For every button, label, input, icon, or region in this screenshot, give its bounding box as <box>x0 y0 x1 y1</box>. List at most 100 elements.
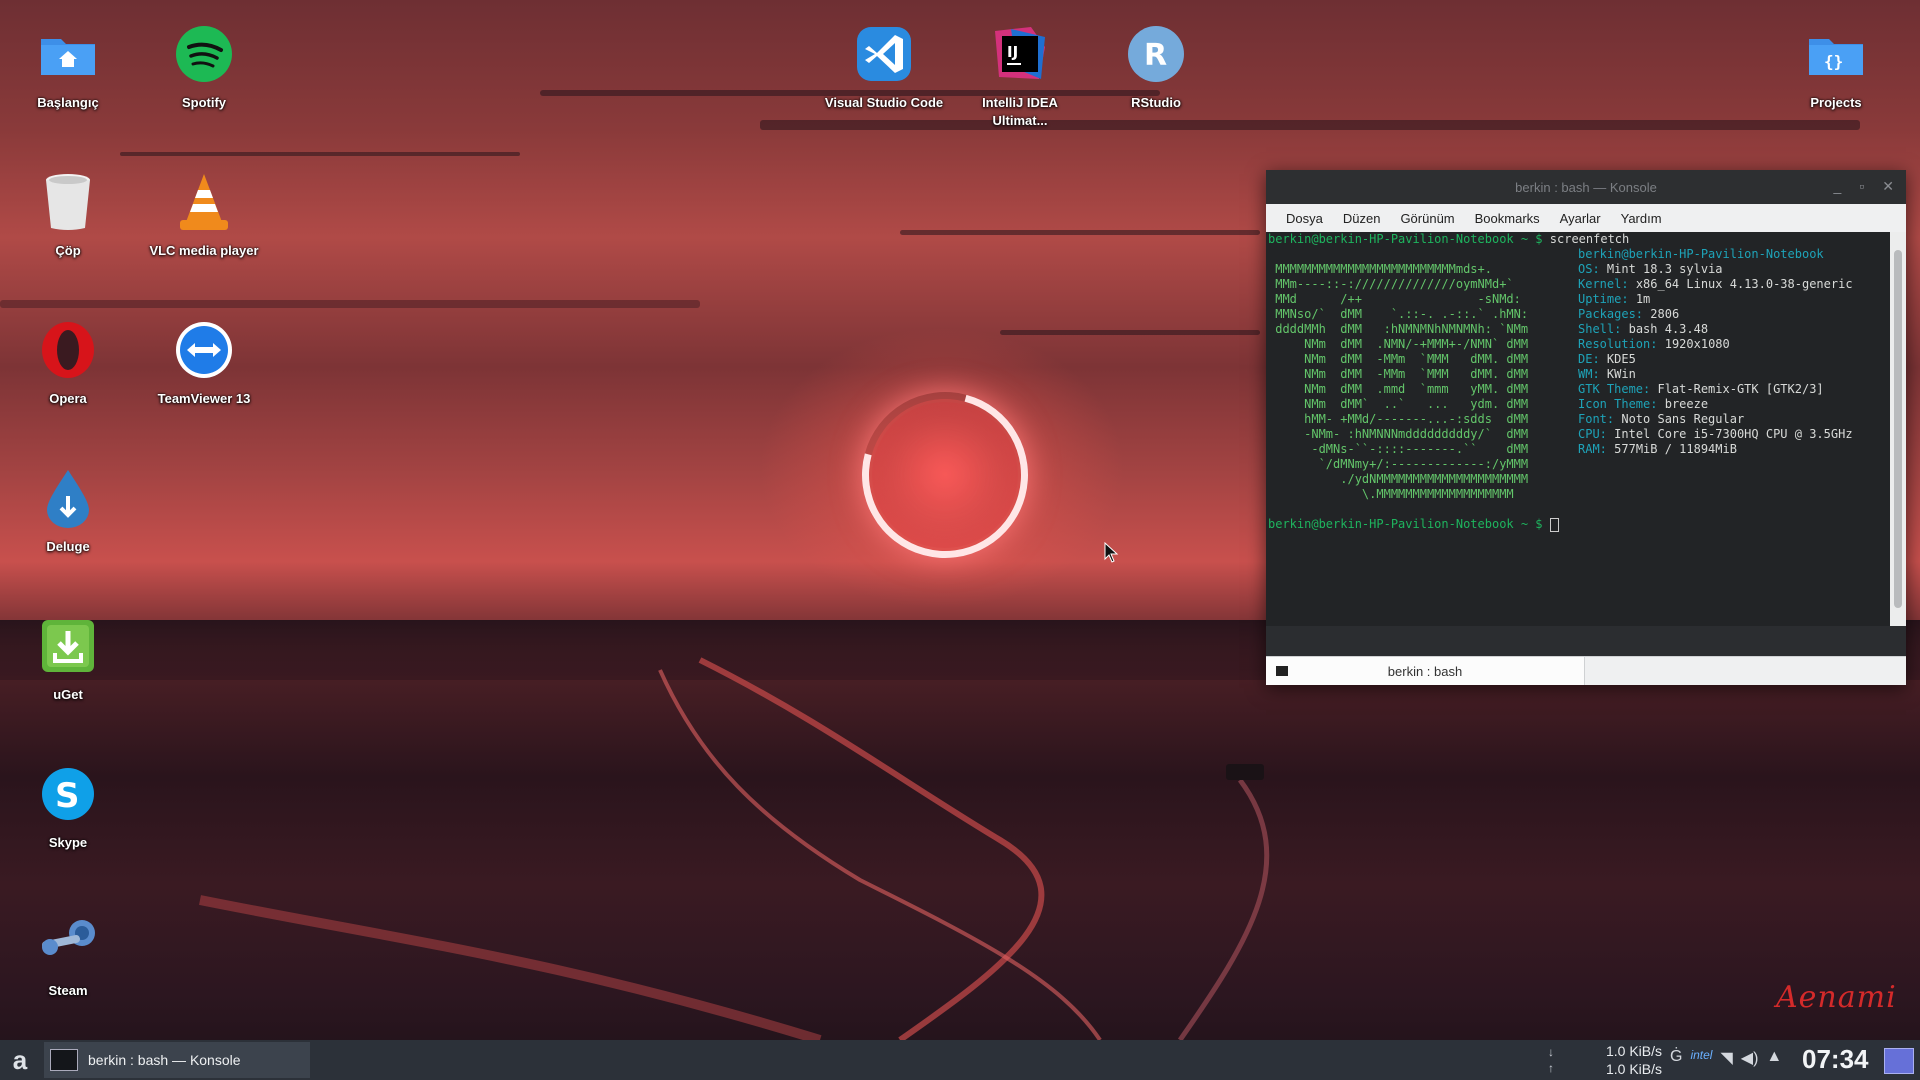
info-line: Font: Noto Sans Regular <box>1578 412 1853 427</box>
info-line: Shell: bash 4.3.48 <box>1578 322 1853 337</box>
desktop-icon-vscode[interactable]: Visual Studio Code <box>824 24 944 112</box>
menu-ayarlar[interactable]: Ayarlar <box>1550 211 1611 226</box>
desktop-icon-skype[interactable]: S Skype <box>8 764 128 852</box>
info-line: CPU: Intel Core i5-7300HQ CPU @ 3.5GHz <box>1578 427 1853 442</box>
window-title: berkin : bash — Konsole <box>1515 179 1657 195</box>
svg-text:R: R <box>1144 38 1167 73</box>
scrollbar-thumb[interactable] <box>1894 250 1902 608</box>
terminal-output[interactable]: berkin@berkin-HP-Pavilion-Notebook ~ $ s… <box>1266 232 1890 626</box>
network-speed: 1.0 KiB/s 1.0 KiB/s <box>1546 1042 1662 1078</box>
menu-bookmarks[interactable]: Bookmarks <box>1465 211 1550 226</box>
info-key: CPU: <box>1578 427 1607 441</box>
desktop-icon-trash[interactable]: Çöp <box>8 172 128 260</box>
desktop-icon-deluge[interactable]: Deluge <box>8 468 128 556</box>
info-value: 577MiB / 11894MiB <box>1614 442 1737 456</box>
system-info: berkin@berkin-HP-Pavilion-Notebook OS: M… <box>1578 247 1853 457</box>
skype-icon: S <box>38 764 98 824</box>
app-launcher-icon[interactable]: a <box>6 1046 34 1074</box>
window-titlebar[interactable]: berkin : bash — Konsole _ ▫ ✕ <box>1266 170 1906 204</box>
info-key: GTK Theme: <box>1578 382 1651 396</box>
info-key: DE: <box>1578 352 1600 366</box>
desktop-icon-intellij[interactable]: IJ IntelliJ IDEA Ultimat... <box>960 24 1080 130</box>
info-value: breeze <box>1664 397 1709 411</box>
desktop-icon-baslangic[interactable]: Başlangıç <box>8 24 128 112</box>
desktop-icon-uget[interactable]: uGet <box>8 616 128 704</box>
task-label: berkin : bash — Konsole <box>88 1052 241 1068</box>
maximize-icon[interactable]: ▫ <box>1859 178 1864 195</box>
terminal-prompt-current: berkin@berkin-HP-Pavilion-Notebook ~ $ <box>1268 517 1543 531</box>
desktop-icon-rstudio[interactable]: R RStudio <box>1096 24 1216 112</box>
volume-icon[interactable]: ◀) <box>1741 1048 1759 1068</box>
info-line: GTK Theme: Flat-Remix-GTK [GTK2/3] <box>1578 382 1853 397</box>
opera-icon <box>38 320 98 380</box>
konsole-icon <box>50 1049 78 1071</box>
desktop-icon-vlc[interactable]: VLC media player <box>144 172 264 260</box>
close-icon[interactable]: ✕ <box>1882 178 1894 195</box>
taskbar: a berkin : bash — Konsole ↓ ↑ 1.0 KiB/s 1… <box>0 1040 1920 1080</box>
info-key: WM: <box>1578 367 1600 381</box>
teamviewer-icon <box>174 320 234 380</box>
info-value: Noto Sans Regular <box>1621 412 1745 426</box>
desktop-icon-steam[interactable]: Steam <box>8 912 128 1000</box>
desktop-icon-projects[interactable]: {} Projects <box>1776 24 1896 112</box>
konsole-window[interactable]: berkin : bash — Konsole _ ▫ ✕ Dosya Düze… <box>1266 170 1906 685</box>
show-desktop-icon[interactable] <box>1884 1048 1914 1074</box>
info-value: KDE5 <box>1606 352 1636 366</box>
menu-duzen[interactable]: Düzen <box>1333 211 1391 226</box>
desktop-icon-spotify[interactable]: Spotify <box>144 24 264 112</box>
info-value: 1m <box>1635 292 1651 306</box>
tab-bash[interactable]: berkin : bash <box>1266 657 1585 685</box>
info-key: Packages: <box>1578 307 1644 321</box>
menubar: Dosya Düzen Görünüm Bookmarks Ayarlar Ya… <box>1266 204 1906 232</box>
info-header: berkin@berkin-HP-Pavilion-Notebook <box>1578 247 1824 261</box>
info-key: Resolution: <box>1578 337 1658 351</box>
desktop-icon-teamviewer[interactable]: TeamViewer 13 <box>144 320 264 408</box>
sun-ring <box>831 361 1059 589</box>
tray-expand-icon[interactable]: ▲ <box>1766 1048 1782 1068</box>
uget-icon <box>38 616 98 676</box>
gpu-icon[interactable]: Ġ <box>1670 1048 1682 1068</box>
task-konsole[interactable]: berkin : bash — Konsole <box>44 1042 310 1078</box>
menu-gorunum[interactable]: Görünüm <box>1390 211 1464 226</box>
terminal-cursor <box>1549 517 1559 532</box>
rstudio-icon: R <box>1126 24 1186 84</box>
terminal-scrollbar[interactable] <box>1890 232 1906 626</box>
terminal-command: screenfetch <box>1549 232 1630 246</box>
info-key: RAM: <box>1578 442 1607 456</box>
info-line: Icon Theme: breeze <box>1578 397 1853 412</box>
spotify-icon <box>174 24 234 84</box>
info-line: DE: KDE5 <box>1578 352 1853 367</box>
info-value: 2806 <box>1650 307 1680 321</box>
svg-text:{}: {} <box>1824 52 1843 71</box>
info-line: Resolution: 1920x1080 <box>1578 337 1853 352</box>
minimize-icon[interactable]: _ <box>1834 178 1842 195</box>
info-value: Intel Core i5-7300HQ CPU @ 3.5GHz <box>1614 427 1853 441</box>
desktop-icon-opera[interactable]: Opera <box>8 320 128 408</box>
info-value: KWin <box>1606 367 1636 381</box>
info-value: 1920x1080 <box>1664 337 1730 351</box>
trash-icon <box>38 172 98 232</box>
info-line: Packages: 2806 <box>1578 307 1853 322</box>
info-key: OS: <box>1578 262 1600 276</box>
vlc-icon <box>174 172 234 232</box>
clock[interactable]: 07:34 <box>1802 1044 1869 1075</box>
intel-icon[interactable]: intel <box>1690 1048 1712 1068</box>
wallpaper-signature: Aenami <box>1776 980 1897 1015</box>
info-line: RAM: 577MiB / 11894MiB <box>1578 442 1853 457</box>
svg-text:S: S <box>55 776 80 816</box>
info-key: Uptime: <box>1578 292 1629 306</box>
info-key: Shell: <box>1578 322 1622 336</box>
wifi-icon[interactable]: ◥ <box>1720 1048 1732 1068</box>
info-key: Kernel: <box>1578 277 1629 291</box>
road-artwork <box>199 657 1270 1040</box>
info-key: Icon Theme: <box>1578 397 1658 411</box>
menu-dosya[interactable]: Dosya <box>1276 211 1333 226</box>
svg-text:IJ: IJ <box>1007 43 1018 61</box>
system-tray: Ġ intel ◥ ◀) ▲ <box>1670 1048 1782 1068</box>
info-value: x86_64 Linux 4.13.0-38-generic <box>1635 277 1853 291</box>
menu-yardim[interactable]: Yardım <box>1611 211 1672 226</box>
info-value: Flat-Remix-GTK [GTK2/3] <box>1657 382 1824 396</box>
net-up: 1.0 KiB/s <box>1605 1061 1662 1077</box>
deluge-icon <box>38 468 98 528</box>
vscode-icon <box>854 24 914 84</box>
